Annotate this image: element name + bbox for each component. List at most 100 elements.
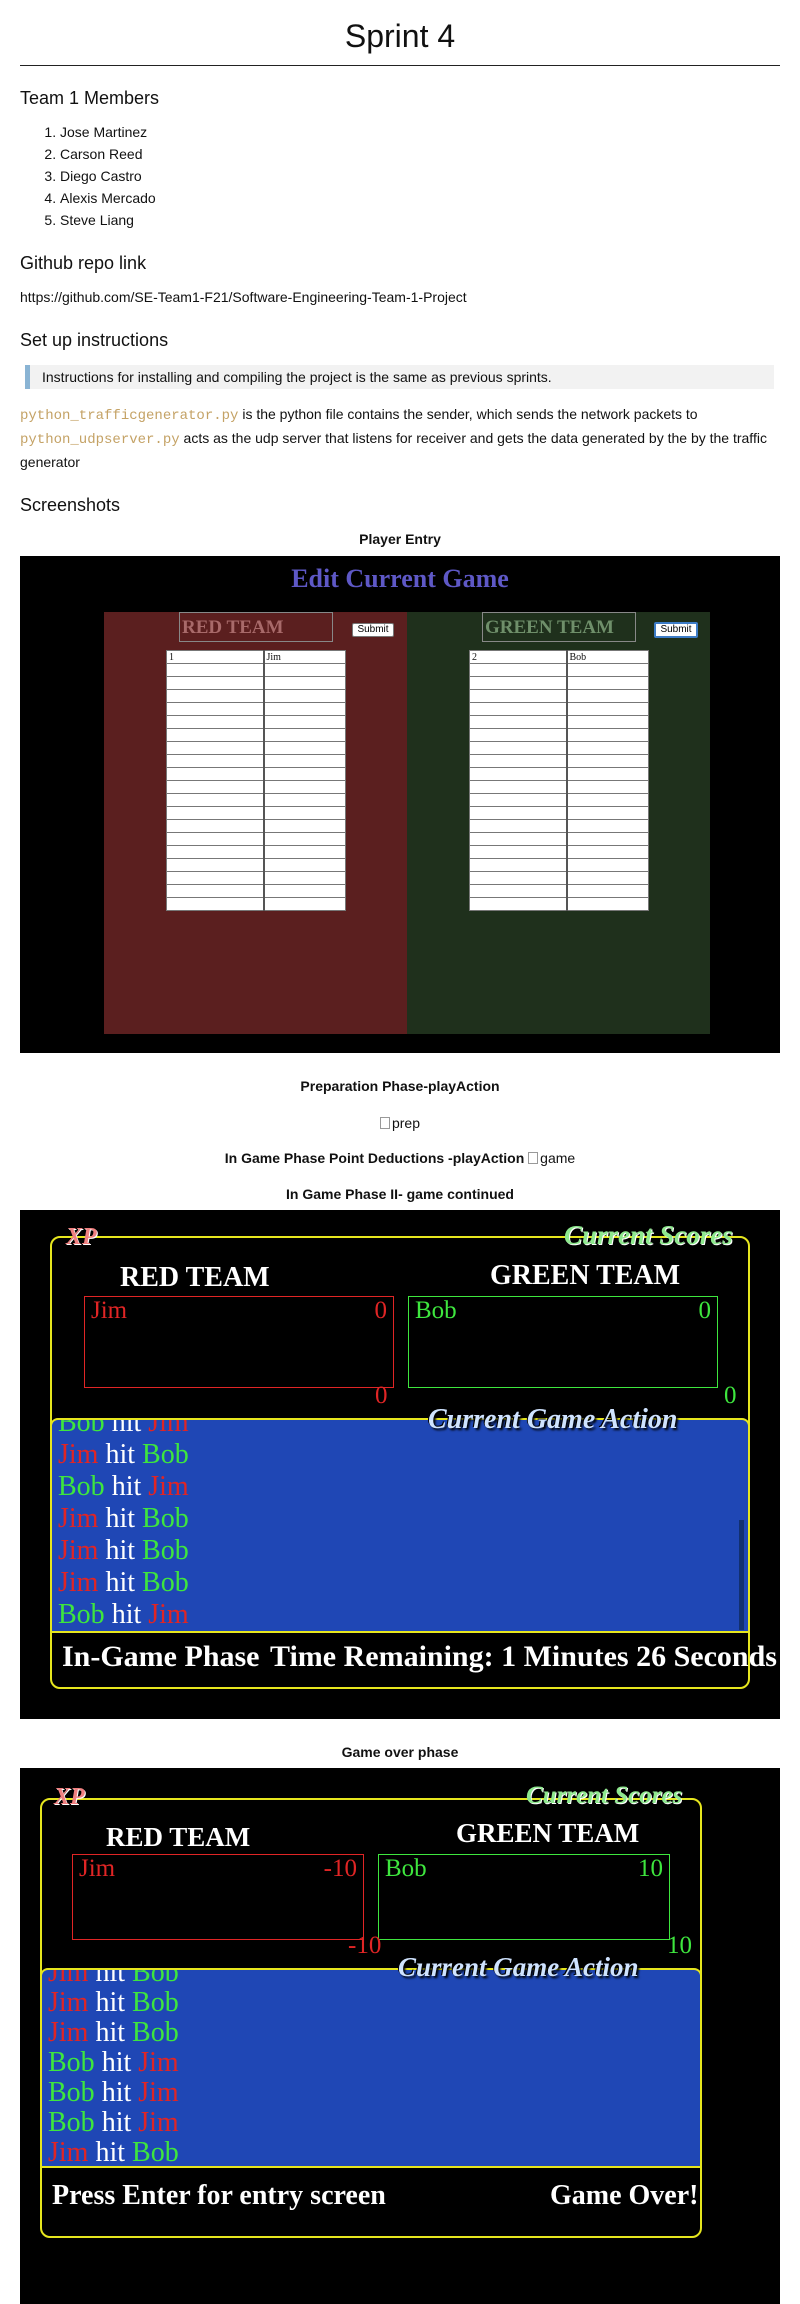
player-id-cell[interactable] [469,845,568,859]
player-name-cell[interactable] [566,754,649,768]
action-log[interactable]: Bob hit Jim Jim hit Bob Bob hit Jim Jim hit… [50,1418,750,1633]
player-name-cell[interactable] [263,767,346,781]
action-log[interactable]: Jim hit Bob Jim hit Bob Jim hit Bob Bob hit… [40,1968,702,2168]
player-id-cell[interactable] [469,871,568,885]
player-id-cell[interactable] [166,780,265,794]
player-id-cell[interactable] [166,819,265,833]
table-row [469,767,649,781]
player-name-cell[interactable] [263,793,346,807]
player-name-cell[interactable] [263,676,346,690]
player-id-cell[interactable] [166,884,265,898]
red-team-total: -10 [348,1932,382,1959]
player-name-cell[interactable] [566,832,649,846]
player-name-cell[interactable] [263,715,346,729]
player-name-cell[interactable] [566,793,649,807]
target-name: Jim [148,1418,189,1438]
game-over-label: Game Over! [550,2180,699,2211]
player-name-cell[interactable] [263,754,346,768]
player-id-cell[interactable] [469,780,568,794]
player-name-cell[interactable] [263,832,346,846]
player-id-cell[interactable] [166,832,265,846]
player-name-cell[interactable] [263,741,346,755]
player-id-cell[interactable] [469,741,568,755]
player-id-cell[interactable] [166,728,265,742]
hit-word: hit [95,1987,126,2018]
player-name-cell[interactable]: Bob [566,650,649,664]
player-name-cell[interactable] [566,676,649,690]
red-submit-button[interactable]: Submit [352,623,394,637]
player-name-cell[interactable] [566,897,649,911]
player-id-cell[interactable] [469,858,568,872]
player-id-cell[interactable] [166,676,265,690]
player-name-cell[interactable] [263,702,346,716]
action-log-scrollbar[interactable] [739,1520,744,1630]
player-id-cell[interactable]: 1 [166,650,265,664]
player-id-cell[interactable] [166,806,265,820]
player-name-cell[interactable] [263,663,346,677]
player-name-cell[interactable] [263,806,346,820]
player-name-cell[interactable] [566,819,649,833]
player-id-cell[interactable] [166,871,265,885]
player-id-cell[interactable] [469,715,568,729]
player-name-cell[interactable] [566,728,649,742]
player-id-cell[interactable]: 2 [469,650,568,664]
player-id-cell[interactable] [469,663,568,677]
player-id-cell[interactable] [469,793,568,807]
player-name-cell[interactable] [566,884,649,898]
repo-link[interactable]: https://github.com/SE-Team1-F21/Software… [20,286,780,308]
player-id-cell[interactable] [166,897,265,911]
player-name-cell[interactable] [263,897,346,911]
player-name-cell[interactable] [566,663,649,677]
player-name-cell[interactable] [263,884,346,898]
player-name-cell[interactable] [263,728,346,742]
player-id-cell[interactable] [469,897,568,911]
action-entry: Bob hit Jim [58,1600,189,1630]
player-id-cell[interactable] [469,676,568,690]
player-id-cell[interactable] [166,858,265,872]
table-row [166,806,346,820]
green-submit-button[interactable]: Submit [654,622,698,638]
target-name: Jim [148,1471,189,1502]
action-entry: Jim hit Bob [48,1970,179,1988]
player-id-cell[interactable] [166,845,265,859]
target-name: Jim [138,2047,179,2078]
player-id-cell[interactable] [469,767,568,781]
player-id-cell[interactable] [469,832,568,846]
player-name-cell[interactable] [566,702,649,716]
player-id-cell[interactable] [469,754,568,768]
player-id-cell[interactable] [469,702,568,716]
player-name-cell[interactable] [263,780,346,794]
player-name-cell[interactable] [566,806,649,820]
player-id-cell[interactable] [166,767,265,781]
player-name-cell[interactable] [263,858,346,872]
player-name-cell[interactable] [263,845,346,859]
player-id-cell[interactable] [166,754,265,768]
player-name-cell[interactable]: Jim [263,650,346,664]
player-id-cell[interactable] [166,663,265,677]
player-name-cell[interactable] [566,767,649,781]
player-id-cell[interactable] [166,715,265,729]
player-id-cell[interactable] [469,819,568,833]
player-id-cell[interactable] [469,728,568,742]
player-name-cell[interactable] [566,871,649,885]
player-name-cell[interactable] [566,858,649,872]
player-name-cell[interactable] [263,871,346,885]
player-name-cell[interactable] [566,715,649,729]
player-id-cell[interactable] [166,689,265,703]
player-name-cell[interactable] [263,819,346,833]
player-id-cell[interactable] [469,806,568,820]
green-player-score: 10 [638,1855,663,1882]
player-name-cell[interactable] [566,780,649,794]
player-name-cell[interactable] [566,845,649,859]
table-row [469,689,649,703]
player-id-cell[interactable] [166,702,265,716]
player-name-cell[interactable] [566,689,649,703]
player-id-cell[interactable] [166,793,265,807]
player-id-cell[interactable] [469,689,568,703]
action-entry: Jim hit Bob [48,1988,179,2018]
player-name-cell[interactable] [566,741,649,755]
player-id-cell[interactable] [166,741,265,755]
action-entry: Jim hit Bob [58,1440,189,1470]
player-id-cell[interactable] [469,884,568,898]
player-name-cell[interactable] [263,689,346,703]
